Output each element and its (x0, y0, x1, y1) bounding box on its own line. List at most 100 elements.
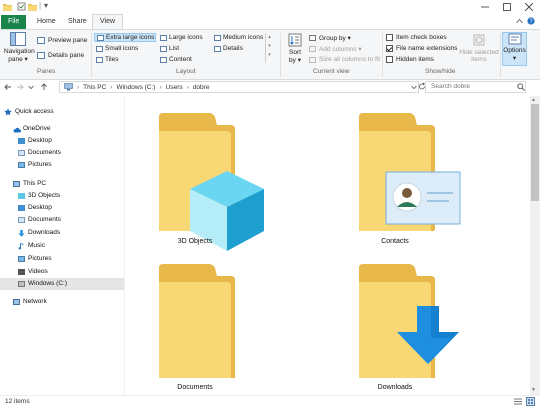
large-icons-icon (160, 34, 167, 41)
customize-toolbar-dropdown[interactable]: ▾ (44, 1, 48, 10)
nav-item-onedrive[interactable]: OneDrive (13, 123, 50, 135)
forward-arrow-icon[interactable] (16, 83, 24, 91)
properties-icon[interactable] (17, 2, 26, 11)
add-columns-button[interactable]: Add columns ▾ (309, 45, 362, 53)
nav-item-desktop[interactable]: Desktop (18, 202, 52, 214)
folder-item-downloads[interactable] (325, 262, 465, 392)
tab-share[interactable]: Share (61, 15, 94, 29)
search-input[interactable]: Search dobre (425, 81, 526, 93)
breadcrumb-users[interactable]: Users (166, 84, 183, 91)
address-history-dropdown-icon[interactable] (411, 85, 417, 90)
file-name-extensions-checkbox[interactable] (386, 45, 393, 52)
nav-item-onedrive-pictures[interactable]: Pictures (18, 159, 51, 171)
nav-item-downloads[interactable]: Downloads (18, 227, 60, 239)
group-by-label: Group by ▾ (319, 35, 351, 42)
layout-scroll[interactable]: ▴ ▾ ▾ (265, 33, 273, 63)
details-view-icon[interactable] (514, 398, 522, 405)
recent-locations-icon[interactable] (28, 84, 34, 90)
layout-group-label: Layout (176, 68, 196, 75)
options-icon (508, 33, 521, 45)
layout-medium-icons[interactable]: Medium icons (212, 33, 263, 42)
hidden-items-option[interactable]: Hidden items (386, 56, 434, 63)
ribbon-tabs: File Home Share View ? (0, 14, 540, 30)
nav-item-label: Videos (28, 268, 48, 275)
layout-scroll-up-icon: ▴ (268, 34, 271, 40)
details-pane-button[interactable]: Details pane (37, 52, 84, 59)
search-icon (517, 83, 525, 91)
hide-selected-items-label: Hide selected (459, 49, 499, 56)
breadcrumb-dobre[interactable]: dobre (193, 84, 210, 91)
download-arrow-icon (397, 306, 459, 364)
sort-by-label: Sort (289, 49, 301, 56)
back-arrow-icon[interactable] (4, 83, 12, 91)
layout-list[interactable]: List (160, 44, 179, 53)
nav-item-videos[interactable]: Videos (18, 266, 48, 278)
group-by-button[interactable]: Group by ▾ (309, 34, 351, 42)
hide-selected-items-button[interactable]: Hide selected items (458, 33, 500, 63)
file-name-extensions-option[interactable]: File name extensions (386, 45, 457, 52)
pictures-icon (18, 256, 25, 262)
folder-label: 3D Objects (177, 238, 213, 245)
scroll-up-arrow-icon[interactable]: ▲ (531, 97, 536, 103)
star-icon (4, 108, 12, 116)
breadcrumb-separator: › (110, 83, 113, 91)
layout-details[interactable]: Details (214, 44, 243, 53)
maximize-button[interactable] (496, 0, 518, 14)
download-arrow-icon (18, 230, 25, 237)
layout-large-icons[interactable]: Large icons (158, 33, 203, 42)
layout-extra-large-icons[interactable]: Extra large icons (94, 33, 156, 42)
layout-small-icons[interactable]: Small icons (96, 44, 138, 53)
scroll-down-arrow-icon[interactable]: ▼ (531, 387, 536, 393)
up-arrow-icon[interactable] (40, 83, 48, 91)
navigation-pane: Quick access OneDrive Desktop Documents … (0, 100, 124, 395)
desktop-icon (18, 138, 25, 144)
tiles-label: Tiles (105, 56, 119, 63)
tab-file[interactable]: File (1, 15, 27, 29)
sort-by-button[interactable]: Sort by ▾ (285, 33, 305, 64)
nav-item-network[interactable]: Network (13, 296, 47, 308)
close-button[interactable] (518, 0, 540, 14)
size-all-columns-icon (309, 56, 316, 63)
nav-item-music[interactable]: Music (18, 240, 45, 252)
nav-item-this-pc[interactable]: This PC (13, 178, 46, 190)
nav-item-onedrive-desktop[interactable]: Desktop (18, 135, 52, 147)
item-check-boxes-checkbox[interactable] (386, 34, 393, 41)
ribbon-separator (500, 33, 501, 77)
collapse-ribbon-icon[interactable] (516, 18, 523, 24)
preview-pane-button[interactable]: Preview pane (37, 37, 87, 44)
file-name-extensions-label: File name extensions (396, 45, 458, 52)
folder-item-documents[interactable] (125, 262, 265, 392)
nav-item-pictures[interactable]: Pictures (18, 253, 51, 265)
scrollbar-thumb[interactable] (531, 104, 539, 201)
address-bar[interactable]: › This PC › Windows (C:) › Users › dobre (59, 81, 419, 93)
new-folder-icon[interactable] (28, 2, 37, 11)
nav-item-label: OneDrive (23, 125, 51, 132)
folder-label: Downloads (377, 384, 413, 391)
nav-item-documents[interactable]: Documents (18, 214, 61, 226)
nav-item-label: This PC (23, 180, 47, 187)
nav-item-3d-objects[interactable]: 3D Objects (18, 190, 60, 202)
nav-item-label: 3D Objects (28, 192, 61, 199)
minimize-button[interactable] (474, 0, 496, 14)
nav-item-windows-c[interactable]: Windows (C:) (0, 278, 124, 290)
breadcrumb-this-pc[interactable]: This PC (83, 84, 106, 91)
tab-view[interactable]: View (92, 14, 124, 30)
large-icons-view-icon[interactable] (526, 397, 535, 406)
nav-item-quick-access[interactable]: Quick access (4, 106, 54, 118)
nav-item-onedrive-documents[interactable]: Documents (18, 147, 61, 159)
breadcrumb-windows-c[interactable]: Windows (C:) (116, 84, 155, 91)
layout-tiles[interactable]: Tiles (96, 55, 118, 64)
hidden-items-checkbox[interactable] (386, 56, 393, 63)
navigation-pane-button[interactable]: Navigation pane ▾ (4, 32, 35, 66)
medium-icons-icon (214, 34, 221, 41)
size-all-columns-button[interactable]: Size all columns to fit (309, 56, 380, 63)
layout-content[interactable]: Content (160, 55, 192, 64)
hide-selected-items-label-2: items (471, 56, 487, 63)
item-check-boxes-option[interactable]: Item check boxes (386, 34, 447, 41)
tab-home[interactable]: Home (30, 15, 63, 29)
cube-icon (18, 193, 25, 199)
nav-item-label: Pictures (28, 255, 52, 262)
options-button[interactable]: Options ▾ (502, 32, 527, 66)
help-icon[interactable]: ? (527, 17, 535, 25)
large-icons-label: Large icons (169, 34, 203, 41)
